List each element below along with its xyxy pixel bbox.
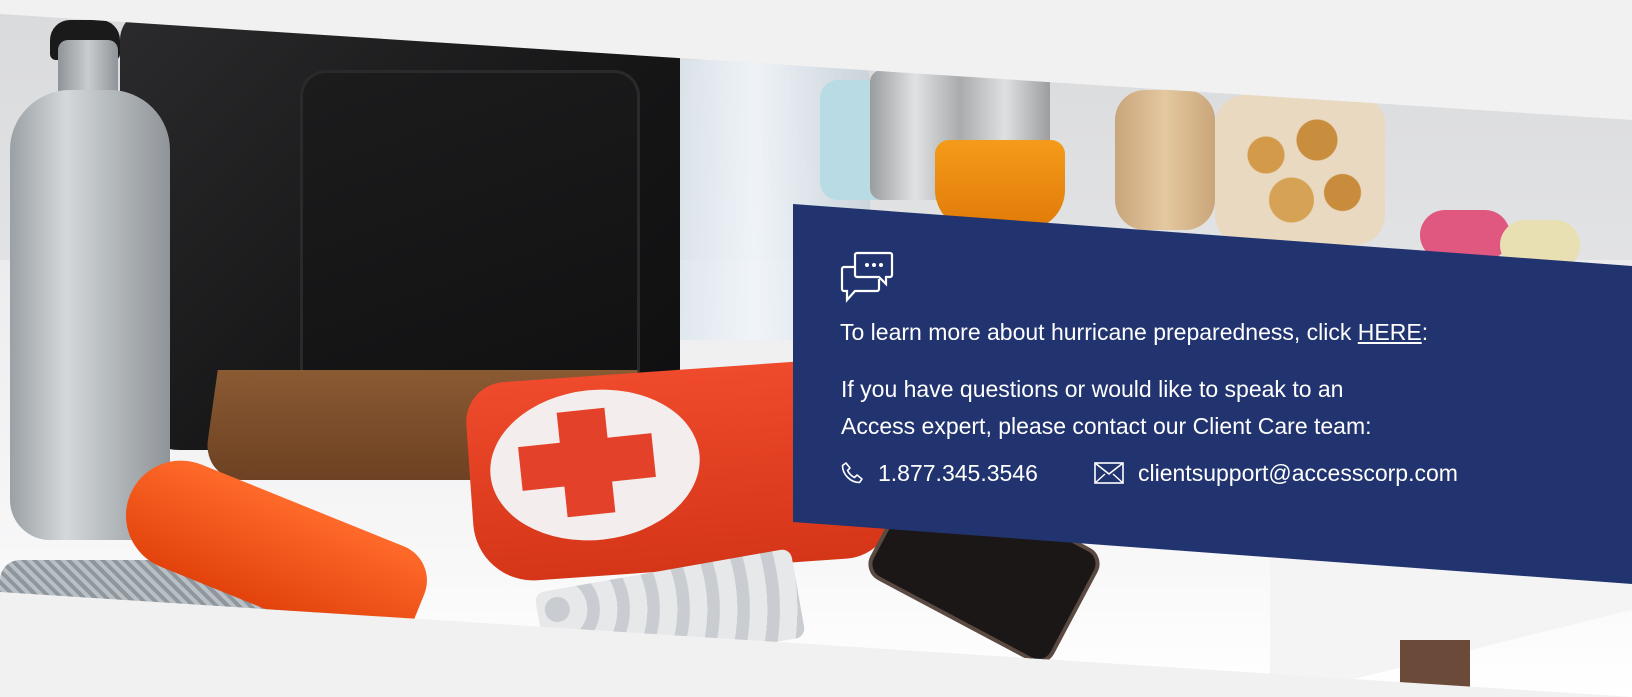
- envelope-icon: [1094, 462, 1124, 484]
- bagels-bag: [1215, 95, 1385, 245]
- contact-paragraph-line-2: Access expert, please contact our Client…: [841, 413, 1372, 439]
- phone-contact[interactable]: 1.877.345.3546: [840, 457, 1038, 489]
- phone-number[interactable]: 1.877.345.3546: [878, 457, 1038, 489]
- email-contact[interactable]: clientsupport@accesscorp.com: [1094, 457, 1458, 489]
- chat-bubbles-icon: [840, 251, 894, 303]
- bread-bag: [1115, 90, 1215, 230]
- email-address[interactable]: clientsupport@accesscorp.com: [1138, 457, 1458, 489]
- preparedness-text: To learn more about hurricane preparedne…: [840, 319, 1358, 345]
- preparedness-line: To learn more about hurricane preparedne…: [840, 316, 1428, 348]
- phone-icon: [841, 462, 863, 484]
- here-link[interactable]: HERE: [1358, 319, 1422, 345]
- preparedness-colon: :: [1421, 319, 1429, 345]
- table-leg: [1400, 640, 1470, 697]
- contact-paragraph: If you have questions or would like to s…: [841, 371, 1481, 445]
- contact-paragraph-line-1: If you have questions or would like to s…: [841, 376, 1344, 402]
